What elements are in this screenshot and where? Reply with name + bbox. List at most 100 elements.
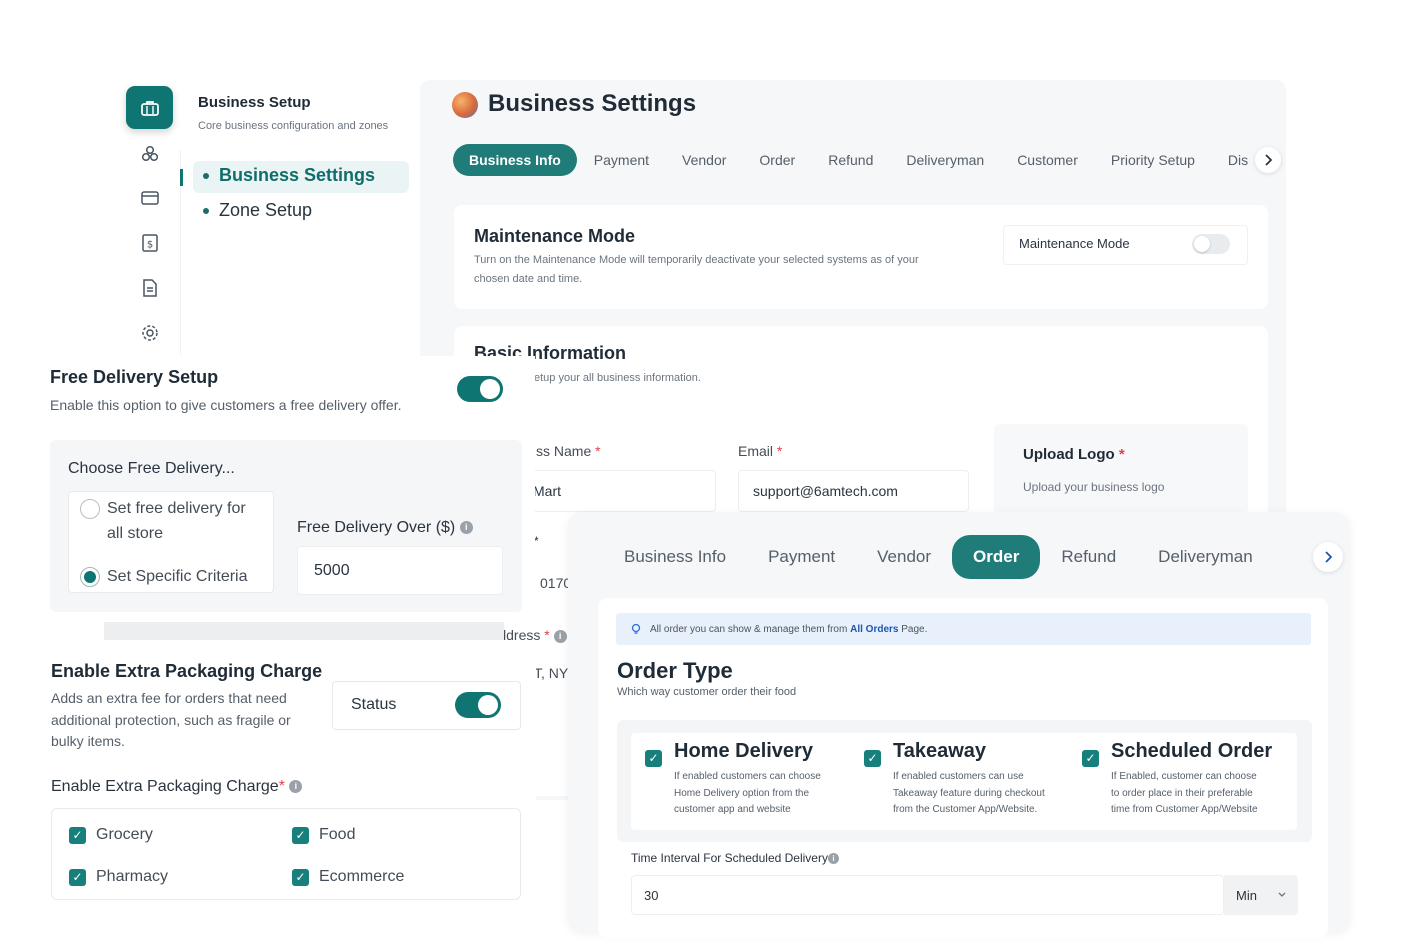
business-name-input[interactable]: Mart xyxy=(520,470,716,512)
scheduled-order-desc: If Enabled, customer can choose to order … xyxy=(1111,771,1258,815)
info-icon: i xyxy=(459,521,473,535)
settings-globe-icon xyxy=(452,92,478,118)
tab-refund[interactable]: Refund xyxy=(1061,547,1116,567)
business-name-label: ss Name * xyxy=(536,443,601,459)
lightbulb-icon xyxy=(631,623,641,634)
free-delivery-over-input[interactable]: 5000 xyxy=(297,546,503,595)
module-label: Grocery xyxy=(96,826,153,843)
packaging-status-label: Status xyxy=(351,696,397,713)
nav-item-label: Zone Setup xyxy=(219,200,313,220)
tab-vendor[interactable]: Vendor xyxy=(682,152,726,168)
tabs-next-button[interactable] xyxy=(1255,147,1281,173)
notice-text: All order you can show & manage them fro… xyxy=(650,623,848,635)
interval-unit-value: Min xyxy=(1236,887,1257,903)
tab-customer[interactable]: Customer xyxy=(1017,152,1078,168)
packaging-desc-1: Adds an extra fee for orders that need xyxy=(51,690,287,706)
home-delivery-title: Home Delivery xyxy=(674,740,813,762)
module-label: Food xyxy=(319,826,356,843)
modules-icon[interactable] xyxy=(139,143,161,165)
packaging-desc-3: bulky items. xyxy=(51,733,125,749)
packaging-desc-2: additional protection, such as fragile o… xyxy=(51,712,291,728)
radio-all-store[interactable] xyxy=(80,499,100,519)
tab-dis[interactable]: Dis xyxy=(1228,152,1250,168)
tab-deliveryman[interactable]: Deliveryman xyxy=(1158,547,1252,567)
maintenance-toggle[interactable] xyxy=(1192,234,1230,254)
checkbox-icon: ✓ xyxy=(292,826,309,844)
free-delivery-title: Free Delivery Setup xyxy=(50,367,219,387)
nav-active-indicator xyxy=(180,169,183,186)
module-grocery[interactable]: ✓ Grocery xyxy=(69,826,153,844)
email-input[interactable]: support@6amtech.com xyxy=(738,470,969,512)
basic-info-subtitle: etup your all business information. xyxy=(534,372,701,384)
nav-item-zone-setup[interactable]: Zone Setup xyxy=(203,200,312,221)
tab-order[interactable]: Order xyxy=(759,152,795,168)
tab-business-info[interactable]: Business Info xyxy=(624,547,726,567)
takeaway-title: Takeaway xyxy=(893,740,987,762)
checkbox-icon: ✓ xyxy=(292,868,309,886)
nav-item-label: Business Settings xyxy=(219,165,376,185)
home-delivery-checkbox[interactable]: ✓ xyxy=(645,749,662,767)
upload-logo-box xyxy=(994,424,1248,514)
module-pharmacy[interactable]: ✓ Pharmacy xyxy=(69,868,168,886)
tab-vendor[interactable]: Vendor xyxy=(877,547,931,567)
tab-refund[interactable]: Refund xyxy=(828,152,873,168)
chevron-down-icon xyxy=(1278,892,1286,897)
email-label: Email * xyxy=(738,443,783,459)
tab-deliveryman[interactable]: Deliveryman xyxy=(906,152,984,168)
choose-free-delivery-label: Choose Free Delivery... xyxy=(68,460,235,477)
radio-specific-criteria-label: Set Specific Criteria xyxy=(107,568,248,585)
chevron-right-icon xyxy=(1325,551,1332,563)
checkbox-icon: ✓ xyxy=(69,826,86,844)
module-label: Pharmacy xyxy=(96,868,169,885)
checkbox-icon: ✓ xyxy=(69,868,86,886)
order-tabs-next-button[interactable] xyxy=(1313,542,1343,572)
tab-priority-setup[interactable]: Priority Setup xyxy=(1111,152,1195,168)
maintenance-toggle-label: Maintenance Mode xyxy=(1019,236,1130,251)
interval-unit-select[interactable]: Min xyxy=(1224,875,1298,915)
settings-tabs: Business Info Payment Vendor Order Refun… xyxy=(453,143,1250,177)
order-tabs: Business Info Payment Vendor Order Refun… xyxy=(624,535,1253,579)
tab-business-info[interactable]: Business Info xyxy=(453,144,577,176)
card-icon[interactable] xyxy=(139,187,161,209)
takeaway-checkbox[interactable]: ✓ xyxy=(864,749,881,767)
maintenance-desc-1: Turn on the Maintenance Mode will tempor… xyxy=(474,254,919,266)
scheduled-order-checkbox[interactable]: ✓ xyxy=(1082,749,1099,767)
module-food[interactable]: ✓ Food xyxy=(292,826,355,844)
upload-logo-title: Upload Logo * xyxy=(1023,446,1125,463)
page-title: Business Settings xyxy=(488,90,697,117)
composite-screenshot: $ Business Setup Core business configura… xyxy=(0,0,1408,952)
module-ecommerce[interactable]: ✓ Ecommerce xyxy=(292,868,404,886)
checkbox-icon: ✓ xyxy=(1082,749,1099,767)
module-label: Ecommerce xyxy=(319,868,405,885)
maintenance-desc-2: chosen date and time. xyxy=(474,273,583,285)
info-icon: i xyxy=(827,853,839,865)
gear-icon[interactable] xyxy=(139,322,161,344)
interval-label: Time Interval For Scheduled Delivery i xyxy=(631,851,839,865)
info-icon: i xyxy=(289,780,303,794)
order-type-title: Order Type xyxy=(617,658,733,683)
upload-logo-subtitle: Upload your business logo xyxy=(1023,480,1165,494)
free-delivery-over-label: Free Delivery Over ($) i xyxy=(297,519,473,537)
svg-text:$: $ xyxy=(147,240,153,251)
all-orders-link[interactable]: All Orders xyxy=(850,624,898,635)
bullet-icon xyxy=(203,207,209,214)
document-icon[interactable] xyxy=(139,277,161,299)
radio-specific-criteria[interactable] xyxy=(80,567,100,587)
packaging-modules-box xyxy=(51,808,521,900)
briefcase-icon[interactable] xyxy=(126,86,173,129)
tab-order[interactable]: Order xyxy=(952,535,1041,579)
tab-payment[interactable]: Payment xyxy=(594,152,649,168)
nav-item-business-settings[interactable]: Business Settings xyxy=(203,165,375,186)
dollar-doc-icon[interactable]: $ xyxy=(139,232,161,254)
free-delivery-toggle[interactable] xyxy=(457,376,503,402)
packaging-status-toggle[interactable] xyxy=(455,692,501,718)
bullet-icon xyxy=(203,172,209,179)
chevron-right-icon xyxy=(1265,154,1272,166)
card-shadow-strip xyxy=(104,622,504,640)
sidebar-title: Business Setup xyxy=(198,94,311,111)
scheduled-order-title: Scheduled Order xyxy=(1111,740,1273,762)
packaging-title: Enable Extra Packaging Charge xyxy=(51,661,323,681)
interval-input[interactable]: 30 xyxy=(631,875,1224,915)
tab-payment[interactable]: Payment xyxy=(768,547,835,567)
notice-suffix: Page. xyxy=(901,623,928,635)
